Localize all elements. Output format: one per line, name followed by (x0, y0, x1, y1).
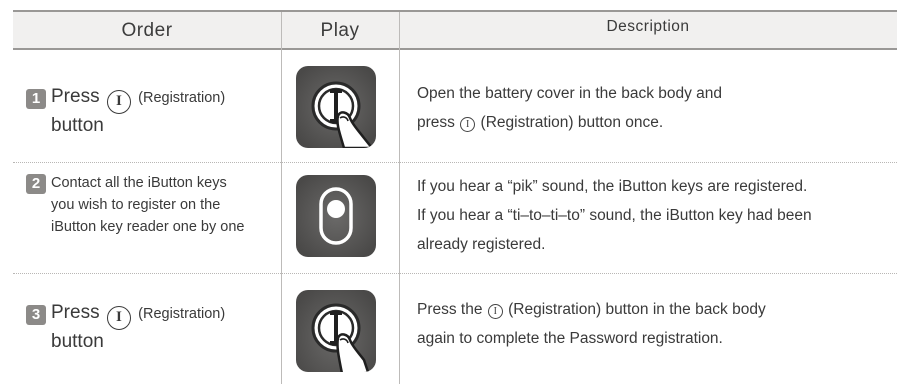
description-line: If you hear a “pik” sound, the iButton k… (417, 178, 808, 195)
description-line: If you hear a “ti–to–ti–to” sound, the i… (417, 207, 812, 224)
order-prefix: Press (51, 302, 100, 323)
step-description: If you hear a “pik” sound, the iButton k… (417, 172, 897, 259)
description-line: Open the battery cover in the back body … (417, 85, 723, 102)
step-description: Press the I (Registration) button in the… (417, 295, 897, 353)
order-line: you wish to register on the (51, 197, 221, 213)
registration-symbol-icon: I (106, 90, 131, 114)
step-number: 1 (26, 89, 46, 109)
registration-symbol-icon: I (487, 304, 503, 319)
description-line: already registered. (417, 236, 546, 253)
description-prefix: press (417, 114, 455, 131)
row-separator (13, 162, 897, 163)
step-description: Open the battery cover in the back body … (417, 79, 897, 137)
description-line: press I (Registration) button once. (417, 108, 897, 137)
registration-symbol-icon: I (460, 117, 476, 132)
ibutton-key-reader-icon (296, 175, 376, 257)
finger-pressing-registration-button-icon (296, 66, 376, 148)
registration-instruction-table: Order Play Description 1 Press I (Regist… (0, 0, 897, 384)
step-number: 2 (26, 174, 46, 194)
header-description: Description (606, 18, 690, 35)
description-line: Press the I (Registration) button in the… (417, 295, 897, 324)
column-divider (399, 12, 400, 384)
order-prefix: Press (51, 86, 100, 107)
description-suffix: (Registration) button in the back body (508, 301, 766, 318)
order-line2: button (51, 115, 104, 136)
order-line: Contact all the iButton keys (51, 175, 227, 191)
order-suffix: (Registration) (138, 306, 226, 322)
step-order-text: Press I (Registration) button (51, 301, 276, 354)
order-line: iButton key reader one by one (51, 219, 245, 235)
order-suffix: (Registration) (138, 90, 226, 106)
step-order-text: Contact all the iButton keys you wish to… (51, 172, 279, 238)
registration-symbol-icon: I (106, 306, 131, 330)
header-order: Order (121, 20, 173, 41)
order-line2: button (51, 331, 104, 352)
step-order-text: Press I (Registration) button (51, 85, 276, 138)
finger-pressing-registration-button-icon (296, 290, 376, 372)
description-prefix: Press the (417, 301, 483, 318)
column-divider (281, 12, 282, 384)
step-number: 3 (26, 305, 46, 325)
header-play: Play (320, 20, 360, 41)
description-line: again to complete the Password registrat… (417, 330, 723, 347)
row-separator (13, 273, 897, 274)
description-suffix: (Registration) button once. (480, 114, 664, 131)
table-header: Order Play Description (13, 10, 897, 50)
